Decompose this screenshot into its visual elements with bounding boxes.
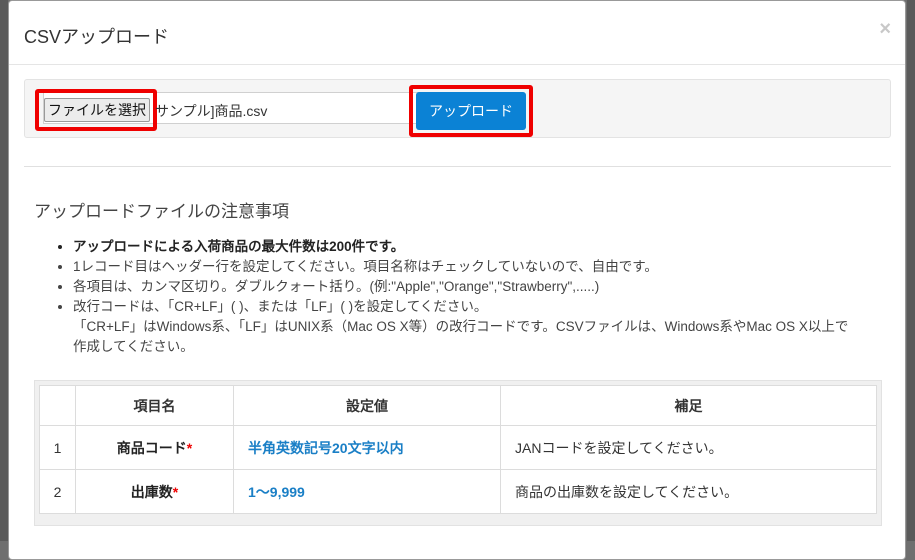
column-header-num (39, 385, 76, 426)
item-name-cell: 商品コード* (75, 425, 234, 470)
modal-backdrop-right (907, 0, 915, 541)
csv-upload-modal: CSVアップロード × ファイルを選択 サンプル]商品.csv アップロード ア… (8, 0, 906, 560)
column-header-setting: 設定値 (233, 385, 501, 426)
modal-header: CSVアップロード × (9, 1, 905, 65)
close-icon[interactable]: × (879, 19, 891, 39)
note-item-continuation: 「CR+LF」はWindows系、「LF」はUNIX系（Mac OS X等）の改… (73, 319, 849, 334)
notes-heading: アップロードファイルの注意事項 (34, 202, 289, 221)
divider (24, 166, 891, 167)
column-header-item: 項目名 (75, 385, 234, 426)
item-name-cell: 出庫数* (75, 469, 234, 514)
note-item-text: 改行コードは、「CR+LF」( )、または「LF」( )を設定してください。 (73, 299, 488, 314)
note-cell: JANコードを設定してください。 (500, 425, 877, 470)
modal-backdrop-left (0, 0, 8, 541)
upload-panel: ファイルを選択 サンプル]商品.csv アップロード (24, 79, 891, 138)
column-header-note: 補足 (500, 385, 877, 426)
table-row: 1 商品コード* 半角英数記号20文字以内 JANコードを設定してください。 (39, 425, 877, 470)
note-item: 改行コードは、「CR+LF」( )、または「LF」( )を設定してください。 「… (73, 297, 903, 357)
choose-file-button[interactable]: ファイルを選択 (44, 98, 150, 122)
note-item: 1レコード目はヘッダー行を設定してください。項目名称はチェックしていないので、自… (73, 257, 903, 277)
setting-value: 半角英数記号20文字以内 (233, 425, 501, 470)
notes-list: アップロードによる入荷商品の最大件数は200件です。 1レコード目はヘッダー行を… (49, 237, 903, 357)
required-mark: * (186, 439, 193, 456)
spec-table: 項目名 設定値 補足 1 商品コード* 半角英数記号20文字以内 JANコードを… (39, 385, 877, 514)
selected-file-name: サンプル]商品.csv (155, 103, 268, 119)
upload-button[interactable]: アップロード (416, 92, 526, 130)
note-item-continuation: 作成してください。 (73, 339, 194, 354)
table-row: 2 出庫数* 1〜9,999 商品の出庫数を設定してください。 (39, 469, 877, 514)
row-number: 2 (39, 469, 76, 514)
note-cell: 商品の出庫数を設定してください。 (500, 469, 877, 514)
required-mark: * (172, 483, 179, 500)
item-name: 商品コード (116, 439, 187, 456)
row-number: 1 (39, 425, 76, 470)
note-item: 各項目は、カンマ区切り。ダブルクォート括り。(例:"Apple","Orange… (73, 277, 903, 297)
item-name: 出庫数 (130, 483, 173, 500)
spec-table-wrapper: 項目名 設定値 補足 1 商品コード* 半角英数記号20文字以内 JANコードを… (34, 380, 882, 526)
setting-value: 1〜9,999 (233, 469, 501, 514)
note-item: アップロードによる入荷商品の最大件数は200件です。 (73, 237, 903, 257)
modal-title: CSVアップロード (24, 27, 170, 47)
table-header-row: 項目名 設定値 補足 (39, 385, 877, 426)
